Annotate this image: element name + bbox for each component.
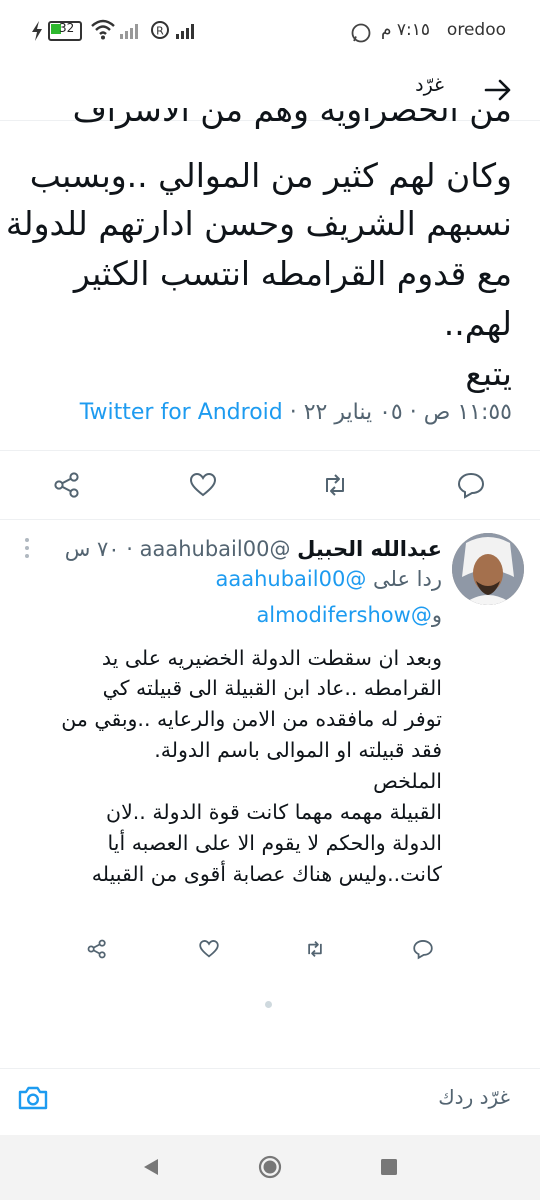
signal-icon-2 xyxy=(176,24,194,39)
share-icon[interactable] xyxy=(52,470,82,500)
tweet-source-link[interactable]: Twitter for Android xyxy=(80,400,283,425)
tweet-line: يتبع xyxy=(465,354,512,393)
clock: ٧:١٥ م xyxy=(380,20,430,40)
heart-icon[interactable] xyxy=(188,470,218,500)
registered-icon: R xyxy=(151,21,169,39)
display-name[interactable]: عبدالله الحبيل xyxy=(297,537,442,561)
nav-recents-icon[interactable] xyxy=(380,1158,398,1176)
more-vertical-icon[interactable] xyxy=(22,536,32,560)
reply-line: توفر له مافقده من الامن والرعايه ..وبقي … xyxy=(61,707,442,731)
retweet-icon[interactable] xyxy=(304,938,326,960)
mention-link[interactable]: @almodifershow xyxy=(256,603,431,627)
reply-line: الملخص xyxy=(373,769,442,793)
reply-line: كانت..وليس هناك عصابة أقوى من القبيله xyxy=(91,862,442,886)
camera-icon[interactable] xyxy=(16,1081,50,1115)
reply-icon[interactable] xyxy=(456,470,486,500)
reply-line: فقد قبيلته او الموالى باسم الدولة. xyxy=(154,738,442,762)
replying-to-cont: و@almodifershow xyxy=(256,603,442,627)
reply-line: الدولة والحكم لا يقوم الا على العصبه أيا xyxy=(107,831,442,855)
tweet-meta: ١١:٥٥ ص · ٠٥ يناير ٢٢ · Twitter for Andr… xyxy=(80,400,512,425)
whatsapp-icon xyxy=(351,23,371,43)
tweet-actions xyxy=(0,451,540,519)
retweet-icon[interactable] xyxy=(320,470,350,500)
battery-icon: 32 xyxy=(48,21,82,41)
charging-bolt-icon xyxy=(32,21,42,41)
tweet-line: نسبهم الشريف وحسن ادارتهم للدولة xyxy=(5,204,512,243)
divider xyxy=(0,519,540,520)
replying-to: ردا على @aaahubail00 xyxy=(215,567,442,591)
mention-link[interactable]: @aaahubail00 xyxy=(215,567,366,591)
reply-input[interactable]: غرّد ردك xyxy=(438,1085,510,1109)
user-photo xyxy=(452,533,524,605)
tweet-line: مع قدوم القرامطه انتسب الكثير xyxy=(73,254,512,293)
reply-line: القرامطه ..عاد ابن القبيلة الى قبيلته كي xyxy=(102,676,442,700)
reply-timestamp: ٧٠ س xyxy=(64,537,120,561)
carrier-label: oredoo xyxy=(446,20,506,40)
nav-back-icon[interactable] xyxy=(142,1157,160,1177)
tweet-timestamp: ١١:٥٥ ص · ٠٥ يناير ٢٢ · xyxy=(282,400,512,425)
tweet-line: من الخضراوية وهم من الأشراف xyxy=(72,108,512,129)
signal-icon xyxy=(120,24,138,39)
wifi-icon xyxy=(91,19,115,40)
reply-actions xyxy=(0,928,540,972)
separator-dot xyxy=(265,1001,272,1008)
page-title: غرّد xyxy=(415,74,444,96)
arrow-right-icon[interactable] xyxy=(478,70,518,110)
system-nav-bar xyxy=(0,1135,540,1200)
svg-text:R: R xyxy=(156,25,164,38)
avatar[interactable] xyxy=(452,533,524,605)
reply-line: وبعد ان سقطت الدولة الخضيريه على يد xyxy=(101,646,442,670)
reply-author-row: عبدالله الحبيل @aaahubail00 · ٧٠ س xyxy=(64,537,442,561)
tweet-line: لهم.. xyxy=(443,304,512,343)
reply-line: القبيلة مهمه مهما كانت قوة الدولة ..لان xyxy=(106,800,442,824)
replying-and: و xyxy=(431,603,442,627)
user-handle[interactable]: @aaahubail00 xyxy=(140,537,291,561)
reply-icon[interactable] xyxy=(412,938,434,960)
share-icon[interactable] xyxy=(86,938,108,960)
reply-compose-bar[interactable]: غرّد ردك xyxy=(0,1069,540,1133)
replying-to-label: ردا على xyxy=(373,567,442,591)
heart-icon[interactable] xyxy=(198,938,220,960)
tweet-body: من الخضراوية وهم من الأشراف وكان لهم كثي… xyxy=(0,108,540,450)
status-bar: oredoo ٧:١٥ م 32 R xyxy=(0,0,540,58)
tweet-line: وكان لهم كثير من الموالي ..وبسبب xyxy=(29,156,512,195)
nav-home-icon[interactable] xyxy=(258,1155,282,1179)
